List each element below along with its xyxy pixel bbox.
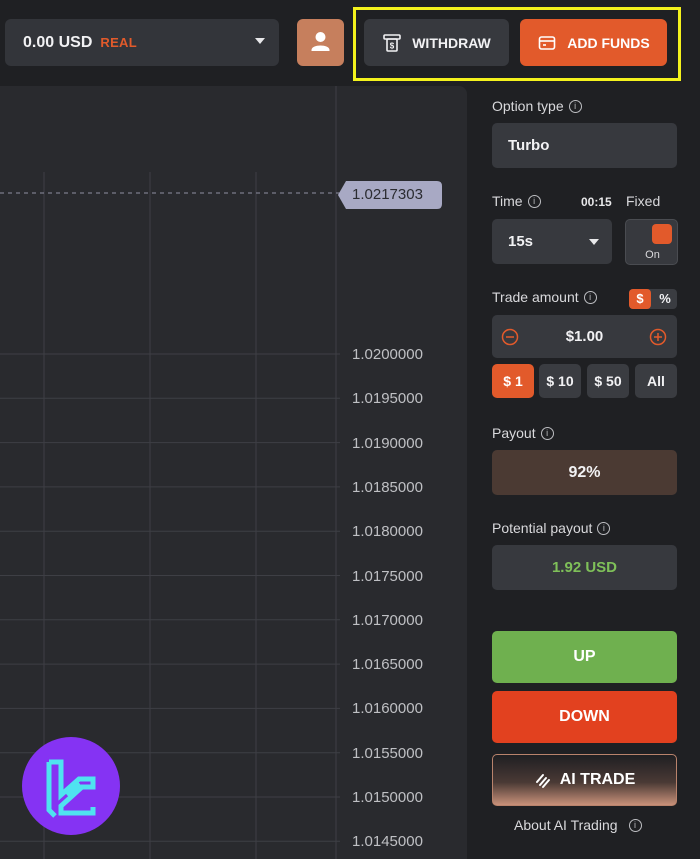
fixed-toggle[interactable]: On <box>625 219 678 265</box>
info-icon[interactable]: i <box>583 290 597 304</box>
trade-amount-input[interactable]: $1.00 <box>492 315 677 358</box>
amount-preset-10[interactable]: $ 10 <box>539 364 581 398</box>
info-icon[interactable]: i <box>527 194 541 208</box>
up-button[interactable]: UP <box>492 631 677 683</box>
option-type-select[interactable]: Turbo <box>492 123 677 168</box>
price-chart[interactable]: 1.0217303 1.0200000 1.0195000 1.0190000 … <box>0 86 467 859</box>
time-label-text: Time <box>492 193 523 209</box>
payout-value: 92% <box>568 463 601 481</box>
user-icon <box>311 32 330 51</box>
amount-preset-1[interactable]: $ 1 <box>492 364 534 398</box>
info-icon[interactable]: i <box>628 818 642 832</box>
svg-text:$: $ <box>390 41 395 50</box>
toggle-state: On <box>645 249 660 261</box>
payout-display: 92% <box>492 450 677 495</box>
wallet-icon <box>538 35 556 50</box>
potential-payout-value: 1.92 USD <box>551 559 618 576</box>
unit-dollar-option[interactable]: $ <box>629 289 651 309</box>
withdraw-icon: $ <box>383 33 402 52</box>
time-select[interactable]: 15s <box>492 219 612 264</box>
y-tick: 1.0150000 <box>352 789 423 806</box>
y-tick: 1.0145000 <box>352 833 423 850</box>
option-type-value: Turbo <box>508 137 550 154</box>
time-label: Time i <box>492 193 541 209</box>
option-type-label-text: Option type <box>492 98 564 114</box>
top-bar: 0.00 USD REAL $ WITHDRAW ADD FUNDS <box>0 0 700 86</box>
trade-amount-label: Trade amount i <box>492 289 597 305</box>
down-button[interactable]: DOWN <box>492 691 677 743</box>
up-label: UP <box>573 648 596 665</box>
amount-preset-50[interactable]: $ 50 <box>587 364 629 398</box>
account-balance-selector[interactable]: 0.00 USD REAL <box>5 19 279 66</box>
potential-payout-label-text: Potential payout <box>492 520 593 536</box>
potential-payout-label: Potential payout i <box>492 520 611 536</box>
profile-button[interactable] <box>297 19 344 66</box>
brand-logo <box>22 737 120 835</box>
amount-preset-all[interactable]: All <box>635 364 677 398</box>
chevron-down-icon <box>255 38 265 44</box>
y-tick: 1.0165000 <box>352 656 423 673</box>
fixed-label: Fixed <box>626 193 661 209</box>
y-tick: 1.0175000 <box>352 568 423 585</box>
brand-logo-mark <box>46 759 96 818</box>
add-funds-label: ADD FUNDS <box>567 34 650 51</box>
current-price: 1.0217303 <box>352 186 423 203</box>
about-ai-label: About AI Trading <box>514 817 618 833</box>
option-type-label: Option type i <box>492 98 582 114</box>
y-tick: 1.0190000 <box>352 435 423 452</box>
y-tick: 1.0180000 <box>352 523 423 540</box>
ai-link-icon <box>535 774 550 788</box>
y-tick: 1.0195000 <box>352 390 423 407</box>
ai-trade-label: AI TRADE <box>559 771 636 788</box>
withdraw-button[interactable]: $ WITHDRAW <box>364 19 509 66</box>
withdraw-label: WITHDRAW <box>412 34 491 51</box>
potential-payout-display: 1.92 USD <box>492 545 677 590</box>
time-countdown: 00:15 <box>581 195 612 209</box>
y-tick: 1.0200000 <box>352 346 423 363</box>
time-value: 15s <box>508 233 534 250</box>
down-label: DOWN <box>559 708 610 725</box>
y-tick: 1.0155000 <box>352 745 423 762</box>
y-tick: 1.0160000 <box>352 700 423 717</box>
payout-label-text: Payout <box>492 425 536 441</box>
info-icon[interactable]: i <box>597 521 611 535</box>
amount-unit-switch[interactable]: $ % <box>629 289 677 309</box>
ai-trade-button[interactable]: AI TRADE <box>492 754 677 806</box>
balance-amount: 0.00 USD <box>23 33 93 51</box>
chevron-down-icon <box>589 239 599 245</box>
info-icon[interactable]: i <box>540 426 554 440</box>
info-icon[interactable]: i <box>568 99 582 113</box>
y-tick: 1.0185000 <box>352 479 423 496</box>
toggle-knob <box>652 224 672 244</box>
plus-icon[interactable] <box>649 328 667 346</box>
trade-amount-label-text: Trade amount <box>492 289 579 305</box>
about-ai-link[interactable]: About AI Trading i <box>514 817 642 833</box>
add-funds-button[interactable]: ADD FUNDS <box>520 19 667 66</box>
unit-percent-option[interactable]: % <box>653 289 677 309</box>
y-tick: 1.0170000 <box>352 612 423 629</box>
account-mode-badge: REAL <box>100 35 137 50</box>
payout-label: Payout i <box>492 425 554 441</box>
current-price-tag: 1.0217303 <box>338 181 442 209</box>
